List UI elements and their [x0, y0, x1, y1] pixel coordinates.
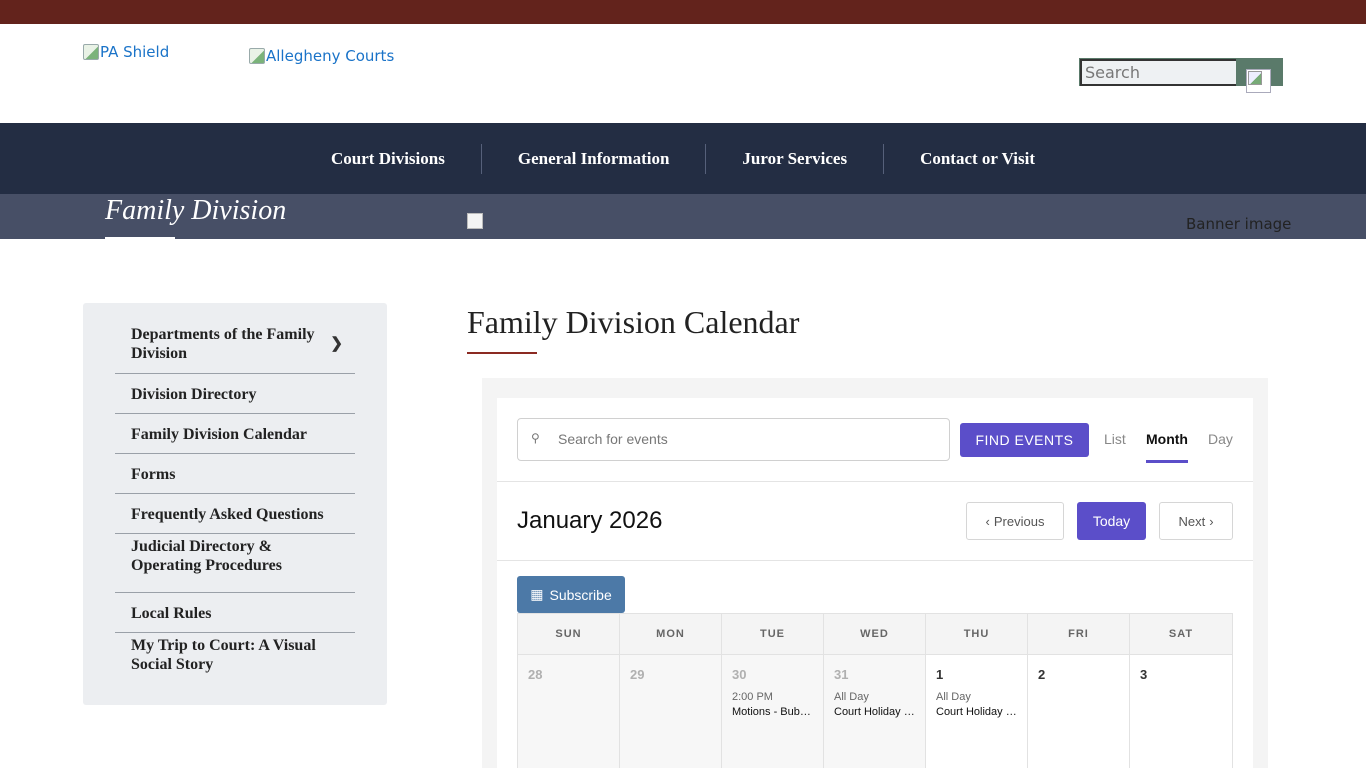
- day-number[interactable]: 3: [1140, 667, 1222, 682]
- site-header: PA Shield Allegheny Courts Search: [0, 24, 1366, 123]
- event-search-placeholder: Search for events: [558, 431, 668, 447]
- banner-image-alt-text: Banner image: [1186, 215, 1292, 233]
- previous-label: Previous: [993, 513, 1045, 529]
- sidebar-item-departments[interactable]: Departments of the Family Division ❯: [115, 321, 355, 374]
- page-title-underline: [467, 352, 537, 354]
- next-month-button[interactable]: Next ›: [1159, 502, 1233, 540]
- sidebar-item-family-division-calendar[interactable]: Family Division Calendar: [115, 414, 355, 454]
- sidebar-item-label: Local Rules: [131, 605, 212, 622]
- broken-image-icon: [467, 213, 483, 229]
- nav-juror-services[interactable]: Juror Services: [706, 144, 883, 174]
- sidebar-item-faq[interactable]: Frequently Asked Questions: [115, 494, 355, 534]
- weekday-label: MON: [620, 614, 722, 654]
- sidebar-item-label: Departments of the Family Division: [131, 326, 315, 362]
- event-title-link[interactable]: Motions - Bubash: [732, 706, 813, 718]
- calendar-day-cell[interactable]: 28: [518, 655, 620, 768]
- sidebar-item-division-directory[interactable]: Division Directory: [115, 374, 355, 414]
- nav-contact-or-visit[interactable]: Contact or Visit: [884, 144, 1071, 174]
- page-title: Family Division Calendar: [467, 304, 800, 340]
- divider: [497, 560, 1253, 561]
- site-search: Search: [1079, 58, 1283, 93]
- allegheny-courts-logo[interactable]: Allegheny Courts: [249, 47, 394, 65]
- divider: [497, 481, 1253, 482]
- day-number[interactable]: 1: [936, 667, 1017, 682]
- sidebar-item-judicial-directory[interactable]: Judicial Directory & Operating Procedure…: [115, 534, 355, 593]
- subscribe-button[interactable]: ▦ Subscribe: [517, 576, 625, 613]
- sidebar-item-label: Division Directory: [131, 386, 257, 403]
- nav-general-information[interactable]: General Information: [482, 144, 706, 174]
- event-time: All Day: [834, 691, 869, 703]
- sidebar-item-label: Family Division Calendar: [131, 426, 308, 443]
- day-number[interactable]: 28: [528, 667, 609, 682]
- sidebar-item-local-rules[interactable]: Local Rules: [115, 593, 355, 633]
- search-icon: [1248, 71, 1262, 85]
- allegheny-courts-alt-text: Allegheny Courts: [266, 47, 395, 65]
- search-submit-button[interactable]: [1246, 69, 1271, 93]
- calendar-week-row: 28 29 30 2:00 PM Motions - Bubash 31 All…: [517, 655, 1233, 768]
- banner-title-underline: [105, 237, 175, 239]
- calendar-widget: ⚲ Search for events FIND EVENTS List Mon…: [497, 398, 1253, 768]
- banner-title: Family Division: [105, 195, 287, 226]
- weekday-label: FRI: [1028, 614, 1130, 654]
- calendar-day-cell[interactable]: 31 All Day Court Holiday - New Year's Ev…: [824, 655, 926, 768]
- day-number[interactable]: 30: [732, 667, 813, 682]
- today-button[interactable]: Today: [1077, 502, 1146, 540]
- sidebar-item-forms[interactable]: Forms: [115, 454, 355, 494]
- weekday-label: THU: [926, 614, 1028, 654]
- weekday-header-row: SUN MON TUE WED THU FRI SAT: [517, 613, 1233, 655]
- calendar-day-cell[interactable]: 29: [620, 655, 722, 768]
- search-icon: ⚲: [531, 431, 540, 445]
- broken-image-icon: [249, 48, 265, 64]
- calendar-day-cell[interactable]: 1 All Day Court Holiday - New Year's Day: [926, 655, 1028, 768]
- site-search-input[interactable]: Search: [1080, 59, 1236, 86]
- day-number[interactable]: 2: [1038, 667, 1119, 682]
- day-number[interactable]: 31: [834, 667, 915, 682]
- next-label: Next: [1178, 513, 1206, 529]
- day-number[interactable]: 29: [630, 667, 711, 682]
- calendar-day-cell[interactable]: 30 2:00 PM Motions - Bubash: [722, 655, 824, 768]
- weekday-label: TUE: [722, 614, 824, 654]
- event-time: All Day: [936, 691, 971, 703]
- view-list-link[interactable]: List: [1104, 431, 1126, 447]
- previous-month-button[interactable]: ‹ Previous: [966, 502, 1064, 540]
- division-banner: Family Division Banner image: [0, 194, 1366, 239]
- chevron-right-icon: ›: [1209, 513, 1214, 529]
- view-day-link[interactable]: Day: [1208, 431, 1233, 447]
- calendar-container: ⚲ Search for events FIND EVENTS List Mon…: [482, 378, 1268, 768]
- pa-shield-logo[interactable]: PA Shield: [83, 43, 169, 61]
- sidebar-menu: Departments of the Family Division ❯ Div…: [83, 303, 387, 705]
- event-search-input[interactable]: ⚲ Search for events: [517, 418, 950, 461]
- pa-shield-alt-text: PA Shield: [100, 43, 170, 61]
- sidebar-item-label: Frequently Asked Questions: [131, 506, 324, 523]
- month-grid: SUN MON TUE WED THU FRI SAT 28 29 30 2:0…: [517, 613, 1233, 768]
- active-view-indicator: [1146, 460, 1188, 463]
- weekday-label: WED: [824, 614, 926, 654]
- find-events-button[interactable]: FIND EVENTS: [960, 423, 1089, 457]
- sidebar-item-my-trip-to-court[interactable]: My Trip to Court: A Visual Social Story: [115, 633, 355, 692]
- sidebar-item-label: Judicial Directory & Operating Procedure…: [131, 538, 282, 574]
- nav-court-divisions[interactable]: Court Divisions: [295, 144, 481, 174]
- calendar-icon: ▦: [530, 586, 544, 602]
- weekday-label: SAT: [1130, 614, 1233, 654]
- event-title-link[interactable]: Court Holiday - New Year's Eve: [834, 706, 915, 718]
- main-navigation: Court Divisions General Information Juro…: [0, 123, 1366, 194]
- sidebar-item-label: Forms: [131, 466, 176, 483]
- calendar-day-cell[interactable]: 3: [1130, 655, 1233, 768]
- calendar-day-cell[interactable]: 2: [1028, 655, 1130, 768]
- broken-image-icon: [83, 44, 99, 60]
- event-time: 2:00 PM: [732, 691, 773, 703]
- view-month-link[interactable]: Month: [1146, 431, 1188, 447]
- chevron-left-icon: ‹: [985, 513, 990, 529]
- weekday-label: SUN: [518, 614, 620, 654]
- top-accent-bar: [0, 0, 1366, 24]
- subscribe-label: Subscribe: [549, 586, 612, 603]
- month-label: January 2026: [517, 507, 663, 534]
- sidebar-item-label: My Trip to Court: A Visual Social Story: [131, 637, 316, 673]
- chevron-right-icon[interactable]: ❯: [330, 335, 343, 354]
- event-title-link[interactable]: Court Holiday - New Year's Day: [936, 706, 1017, 718]
